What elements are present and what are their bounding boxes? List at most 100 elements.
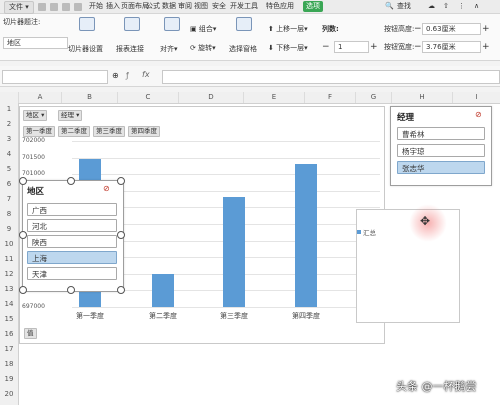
menu-item-home[interactable]: 开始 <box>89 2 103 11</box>
row-header[interactable]: 2 <box>0 120 18 128</box>
button-width-decrement[interactable]: − <box>414 42 422 52</box>
select-all-corner[interactable] <box>0 92 19 103</box>
resize-handle[interactable] <box>67 177 75 185</box>
value-button[interactable]: 值 <box>24 328 37 339</box>
menu-item-review[interactable]: 审阅 <box>178 2 192 11</box>
share-icon[interactable]: ⇧ <box>443 2 449 11</box>
column-header[interactable]: D <box>179 92 244 103</box>
slicer-settings-button[interactable]: 切片器设置 <box>68 44 103 54</box>
slicer-settings-icon[interactable] <box>79 17 95 31</box>
cloud-icon[interactable]: ☁ <box>428 2 435 11</box>
button-height-increment[interactable]: + <box>482 24 490 34</box>
resize-handle[interactable] <box>67 286 75 294</box>
row-header[interactable]: 16 <box>0 330 18 338</box>
menu-item-view[interactable]: 视图 <box>194 2 208 11</box>
send-backward-button[interactable]: ⬇ 下移一层▾ <box>268 43 308 53</box>
button-height-input[interactable]: 0.63厘米 <box>422 23 481 35</box>
row-header[interactable]: 12 <box>0 270 18 278</box>
slicer-item[interactable]: 河北 <box>27 219 117 232</box>
row-header[interactable]: 14 <box>0 300 18 308</box>
row-header[interactable]: 7 <box>0 195 18 203</box>
row-header[interactable]: 9 <box>0 225 18 233</box>
file-menu-button[interactable]: 文件 ▾ <box>4 1 34 14</box>
button-height-decrement[interactable]: − <box>414 24 422 34</box>
formula-input[interactable] <box>162 70 500 84</box>
menu-item-page-layout[interactable]: 页面布局 <box>121 2 149 11</box>
clear-filter-icon[interactable]: ⊘ <box>103 184 110 193</box>
menu-item-data[interactable]: 数据 <box>162 2 176 11</box>
column-header[interactable]: H <box>392 92 453 103</box>
row-header[interactable]: 20 <box>0 390 18 398</box>
collapse-icon[interactable]: ∧ <box>474 2 479 11</box>
bring-forward-button[interactable]: ⬆ 上移一层▾ <box>268 24 308 34</box>
caption-input[interactable]: 地区 <box>3 37 68 49</box>
fx-label[interactable]: fx <box>142 70 150 79</box>
column-header[interactable]: F <box>305 92 356 103</box>
slicer-region[interactable]: 地区 ⊘ 广西 河北 陕西 上海 天津 <box>19 177 125 294</box>
columns-input[interactable]: 1 <box>334 41 369 53</box>
slicer-item-selected[interactable]: 张志华 <box>397 161 485 174</box>
row-header[interactable]: 1 <box>0 105 18 113</box>
bar[interactable] <box>152 273 174 307</box>
tab-options[interactable]: 选项 <box>303 1 323 12</box>
resize-handle[interactable] <box>117 231 125 239</box>
selection-pane-icon[interactable] <box>236 17 252 31</box>
row-header[interactable]: 17 <box>0 345 18 353</box>
column-header[interactable]: C <box>118 92 179 103</box>
row-header[interactable]: 13 <box>0 285 18 293</box>
columns-decrement[interactable]: − <box>322 42 330 52</box>
slicer-manager[interactable]: 经理 ⊘ 曹希林 杨宇琼 张志华 <box>390 106 492 186</box>
slicer-item-selected[interactable]: 上海 <box>27 251 117 264</box>
redo-icon[interactable] <box>74 3 82 11</box>
report-connection-button[interactable]: 报表连接 <box>116 44 144 54</box>
bar[interactable] <box>223 197 245 307</box>
resize-handle[interactable] <box>117 286 125 294</box>
rotate-button[interactable]: ⟳ 旋转▾ <box>190 43 216 53</box>
row-header[interactable]: 11 <box>0 255 18 263</box>
row-header[interactable]: 19 <box>0 375 18 383</box>
save-icon[interactable] <box>38 3 46 11</box>
align-button[interactable]: 对齐▾ <box>160 44 178 54</box>
resize-handle[interactable] <box>19 231 27 239</box>
chart-legend-box[interactable]: 汇总 ✥ <box>356 204 460 323</box>
menu-item-special[interactable]: 特色应用 <box>266 2 294 11</box>
resize-handle[interactable] <box>19 177 27 185</box>
print-icon[interactable] <box>62 3 70 11</box>
clear-filter-icon[interactable]: ⊘ <box>475 110 482 119</box>
column-header[interactable]: G <box>356 92 392 103</box>
column-header[interactable]: B <box>62 92 118 103</box>
row-header[interactable]: 4 <box>0 150 18 158</box>
resize-handle[interactable] <box>19 286 27 294</box>
button-width-increment[interactable]: + <box>482 42 490 52</box>
resize-handle[interactable] <box>117 177 125 185</box>
row-header[interactable]: 10 <box>0 240 18 248</box>
row-header[interactable]: 3 <box>0 135 18 143</box>
column-header[interactable]: E <box>244 92 305 103</box>
menu-item-developer[interactable]: 开发工具 <box>230 2 258 11</box>
menu-item-formulas[interactable]: 公式 <box>146 2 160 11</box>
slicer-item[interactable]: 杨宇琼 <box>397 144 485 157</box>
column-header[interactable]: I <box>453 92 500 103</box>
row-header[interactable]: 6 <box>0 180 18 188</box>
zoom-icon[interactable]: ⊕ <box>112 71 119 80</box>
menu-item-insert[interactable]: 插入 <box>106 2 120 11</box>
slicer-item[interactable]: 陕西 <box>27 235 117 248</box>
columns-increment[interactable]: + <box>370 42 378 52</box>
slicer-item[interactable]: 天津 <box>27 267 117 280</box>
menu-item-security[interactable]: 安全 <box>212 2 226 11</box>
slicer-item[interactable]: 曹希林 <box>397 127 485 140</box>
more-icon[interactable]: ⋮ <box>458 2 465 11</box>
bar[interactable] <box>295 164 317 307</box>
align-icon[interactable] <box>164 17 180 31</box>
slicer-item[interactable]: 广西 <box>27 203 117 216</box>
undo-icon[interactable] <box>50 3 58 11</box>
column-header[interactable]: A <box>19 92 62 103</box>
name-box[interactable] <box>2 70 108 84</box>
row-header[interactable]: 8 <box>0 210 18 218</box>
selection-pane-button[interactable]: 选择窗格 <box>229 44 257 54</box>
row-header[interactable]: 5 <box>0 165 18 173</box>
button-width-input[interactable]: 3.76厘米 <box>422 41 481 53</box>
group-button[interactable]: ▣ 组合▾ <box>190 24 216 34</box>
row-header[interactable]: 18 <box>0 360 18 368</box>
function-icon[interactable]: ƒ <box>126 71 129 80</box>
